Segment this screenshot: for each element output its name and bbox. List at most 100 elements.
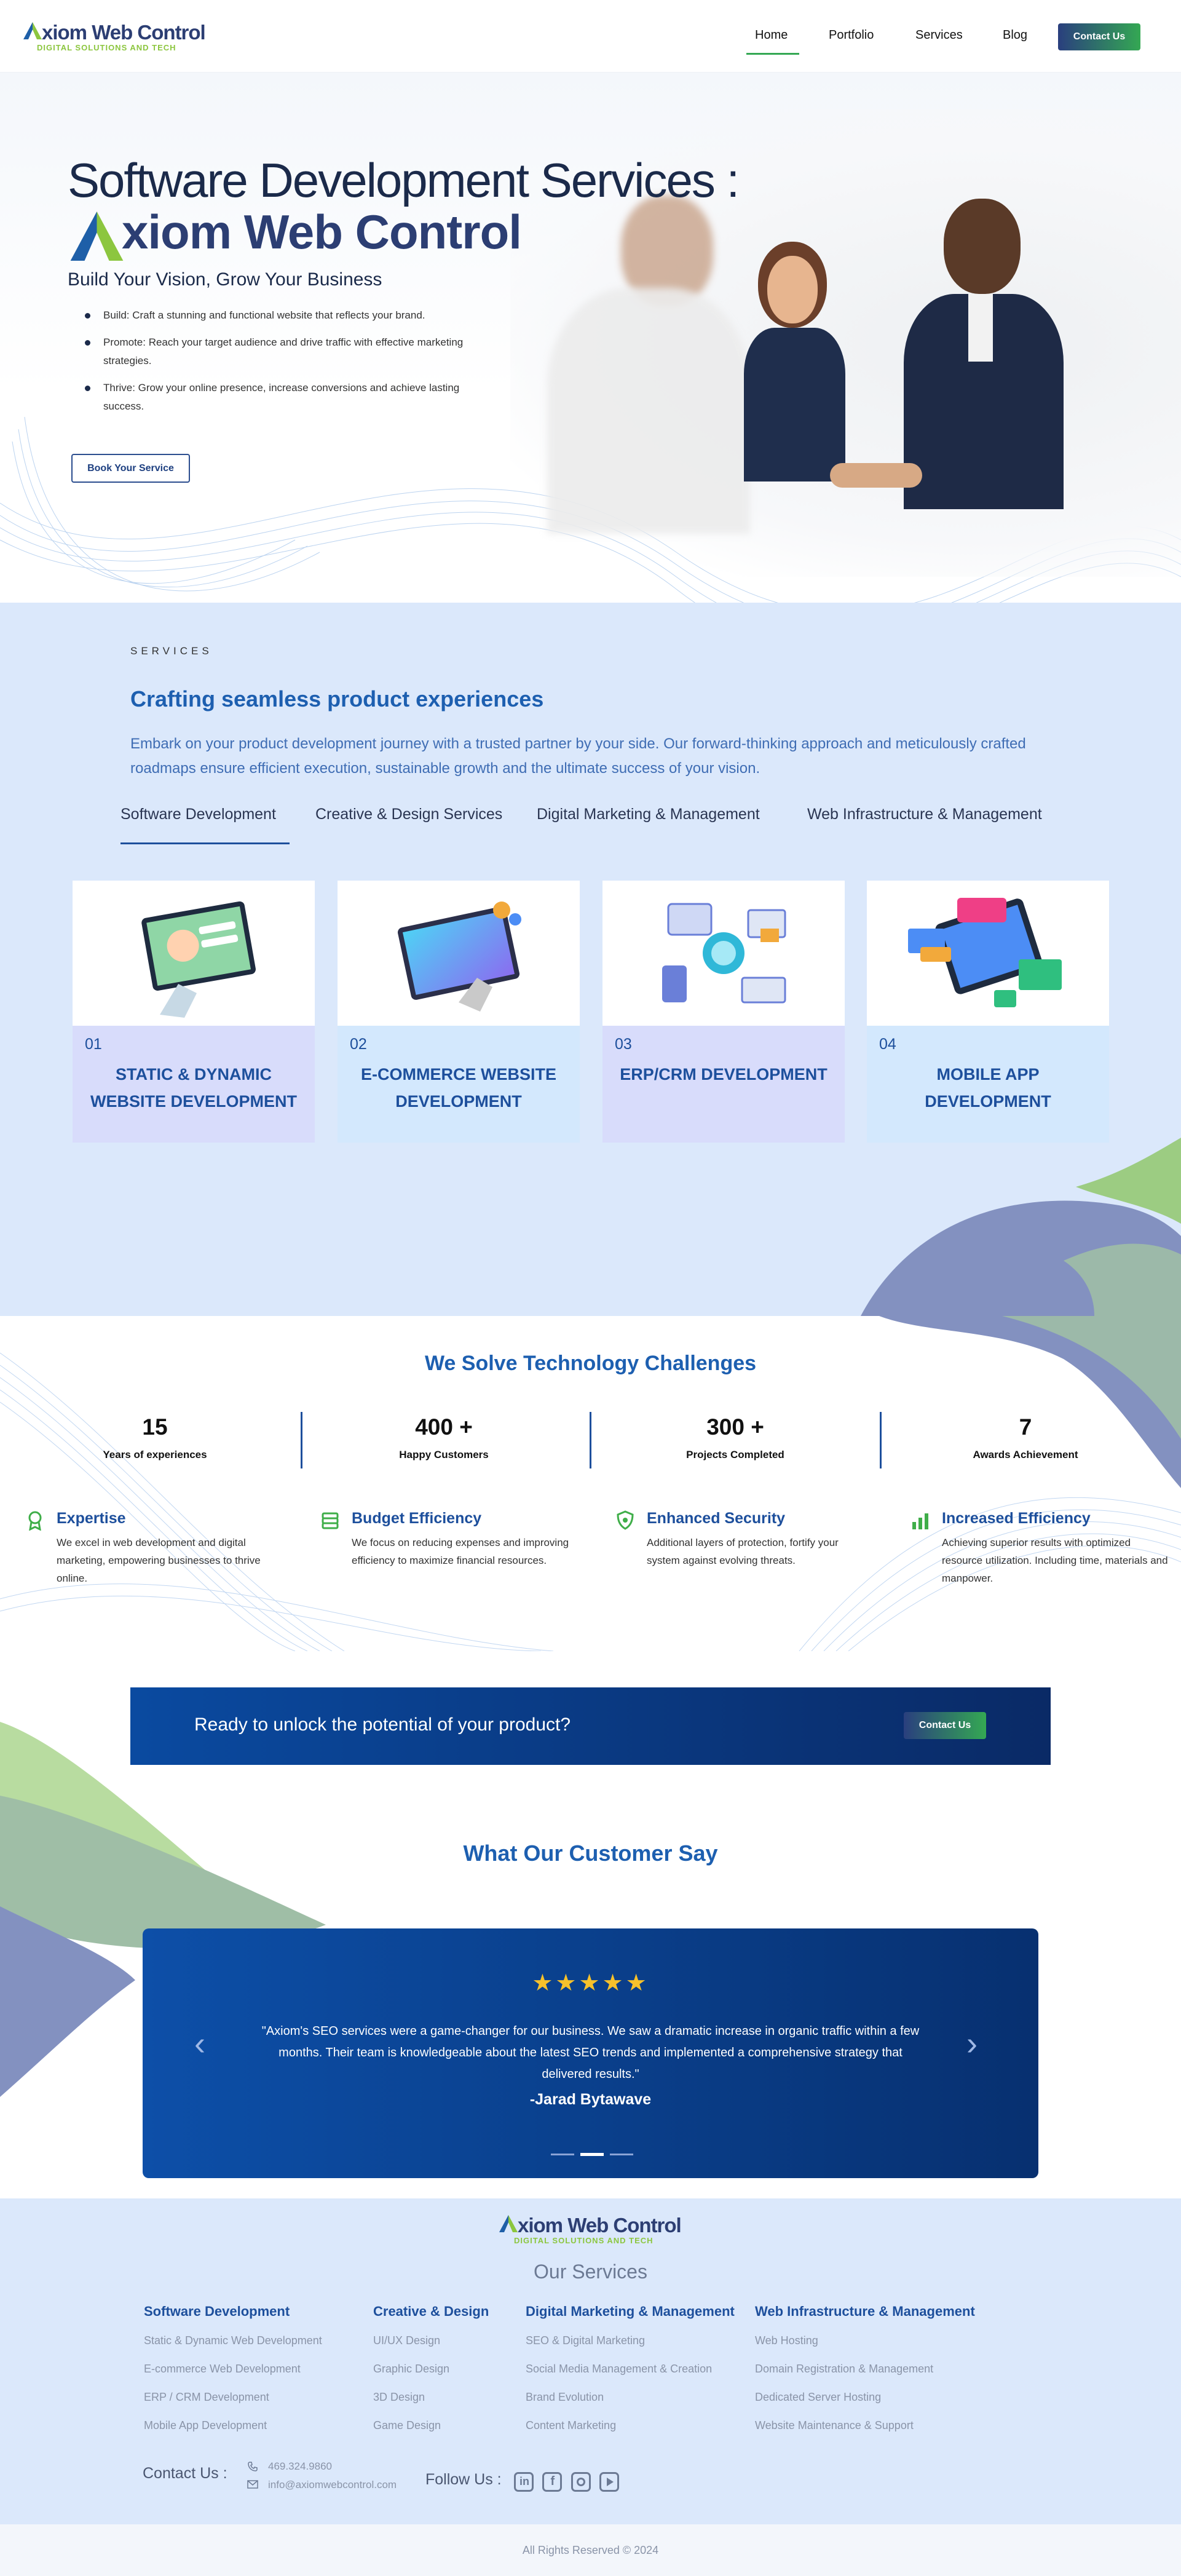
slider-dot[interactable] [551,2154,574,2155]
stat-value: 400 + [415,1414,473,1440]
footer-link[interactable]: E-commerce Web Development [144,2361,322,2376]
footer-link[interactable]: UI/UX Design [373,2333,489,2348]
hero-bullet-list: Build: Craft a stunning and functional w… [85,306,503,424]
book-service-button[interactable]: Book Your Service [71,454,190,483]
testimonials-heading: What Our Customer Say [463,1841,718,1866]
nav-blog[interactable]: Blog [1003,28,1027,42]
hero-section: Software Development Services : xiom Web… [0,73,1181,603]
tab-active-underline [120,842,290,844]
shield-icon [617,1510,634,1530]
nav-portfolio[interactable]: Portfolio [829,28,874,42]
tab-software-development[interactable]: Software Development [120,806,276,823]
logo-tagline: DIGITAL SOLUTIONS AND TECH [37,43,176,52]
cta-contact-button[interactable]: Contact Us [904,1712,986,1739]
hero-bullet: Build: Craft a stunning and functional w… [85,306,503,325]
card-number: 02 [350,1036,367,1053]
nav-active-underline [746,53,799,55]
footer-column-title: Web Infrastructure & Management [755,2304,975,2319]
service-card-static-dynamic[interactable]: 01 STATIC & DYNAMIC WEBSITE DEVELOPMENT [73,881,315,1143]
services-description: Embark on your product development journ… [130,735,1026,777]
card-title: MOBILE APP DEVELOPMENT [925,1065,1051,1111]
footer-link[interactable]: Content Marketing [526,2418,735,2433]
card-illustration-erp [602,881,845,1026]
footer-link[interactable]: Website Maintenance & Support [755,2418,975,2433]
footer-link[interactable]: Web Hosting [755,2333,975,2348]
feature-title: Expertise [57,1510,126,1527]
site-header: xiom Web Control DIGITAL SOLUTIONS AND T… [0,0,1181,73]
copyright-bar: All Rights Reserved © 2024 [0,2524,1181,2576]
card-illustration-web [73,881,315,1026]
service-card-mobile-app[interactable]: 04 MOBILE APP DEVELOPMENT [867,881,1109,1143]
card-number: 03 [615,1036,632,1053]
decorative-blob [879,1316,1181,1488]
card-title: STATIC & DYNAMIC WEBSITE DEVELOPMENT [90,1065,298,1111]
footer-link[interactable]: ERP / CRM Development [144,2390,322,2404]
phone-icon [248,2462,258,2471]
feature-description: Additional layers of protection, fortify… [647,1537,839,1566]
brand-logo[interactable]: xiom Web Control DIGITAL SOLUTIONS AND T… [23,21,220,54]
card-title: E-COMMERCE WEBSITE DEVELOPMENT [360,1065,556,1111]
footer-link[interactable]: SEO & Digital Marketing [526,2333,735,2348]
footer-column-creative: Creative & Design UI/UX Design Graphic D… [373,2304,489,2446]
footer-link[interactable]: Mobile App Development [144,2418,322,2433]
logo-text: xiom Web Control [518,2214,682,2237]
linkedin-icon[interactable]: in [514,2472,534,2492]
footer-column-title: Digital Marketing & Management [526,2304,735,2319]
tab-digital-marketing[interactable]: Digital Marketing & Management [537,806,760,823]
services-eyebrow: SERVICES [130,645,213,657]
instagram-icon[interactable] [571,2472,591,2492]
nav-home[interactable]: Home [755,28,788,42]
logo-mark-icon [499,2215,518,2232]
feature-efficiency: Increased Efficiency Achieving superior … [910,1510,1168,1587]
footer-column-title: Creative & Design [373,2304,489,2319]
stat-label: Awards Achievement [973,1449,1078,1460]
stat-value: 7 [1019,1414,1032,1440]
challenges-heading: We Solve Technology Challenges [424,1352,757,1375]
stat-value: 300 + [706,1414,764,1440]
tab-web-infrastructure[interactable]: Web Infrastructure & Management [807,806,1042,823]
slider-dot-active[interactable] [580,2153,604,2156]
nav-services[interactable]: Services [915,28,963,42]
social-links: in f [514,2472,625,2495]
stat-label: Projects Completed [686,1449,784,1460]
facebook-icon[interactable]: f [542,2472,563,2492]
logo-tagline: DIGITAL SOLUTIONS AND TECH [514,2236,654,2245]
ribbon-icon [28,1511,42,1531]
next-arrow-icon[interactable]: › [966,2027,978,2060]
footer-email[interactable]: info@axiomwebcontrol.com [268,2479,397,2491]
footer-link[interactable]: Dedicated Server Hosting [755,2390,975,2404]
footer-link[interactable]: Social Media Management & Creation [526,2361,735,2376]
footer-column-title: Software Development [144,2304,290,2319]
slider-dot[interactable] [610,2154,633,2155]
card-illustration-ecommerce [338,881,580,1026]
rating-stars-icon: ★★★★★ [532,1970,649,1996]
page: xiom Web Control DIGITAL SOLUTIONS AND T… [0,0,1181,2576]
stat-label: Years of experiences [103,1449,207,1460]
money-icon [322,1512,339,1529]
feature-title: Enhanced Security [647,1510,786,1527]
youtube-icon[interactable] [599,2472,620,2492]
prev-arrow-icon[interactable]: ‹ [194,2027,205,2060]
stat-projects: 300 + Projects Completed [591,1414,880,1461]
footer-link[interactable]: Game Design [373,2418,489,2433]
tab-creative-design[interactable]: Creative & Design Services [315,806,502,823]
footer-link[interactable]: Graphic Design [373,2361,489,2376]
feature-description: We excel in web development and digital … [57,1537,261,1584]
feature-description: Achieving superior results with optimize… [942,1537,1168,1584]
stat-awards: 7 Awards Achievement [881,1414,1170,1461]
service-card-ecommerce[interactable]: 02 E-COMMERCE WEBSITE DEVELOPMENT [338,881,580,1143]
footer-link[interactable]: Brand Evolution [526,2390,735,2404]
footer-link[interactable]: Domain Registration & Management [755,2361,975,2376]
stat-label: Happy Customers [399,1449,489,1460]
service-card-erp-crm[interactable]: 03 ERP/CRM DEVELOPMENT [602,881,845,1143]
footer-link[interactable]: 3D Design [373,2390,489,2404]
testimonial-quote: "Axiom's SEO services were a game-change… [261,2024,920,2081]
header-contact-button[interactable]: Contact Us [1058,23,1140,50]
card-number: 01 [85,1036,102,1053]
footer-link[interactable]: Static & Dynamic Web Development [144,2333,322,2348]
logo-mark-icon [23,22,42,39]
footer-logo[interactable]: xiom Web Control DIGITAL SOLUTIONS AND T… [499,2214,696,2247]
footer-phone[interactable]: 469.324.9860 [268,2460,332,2473]
hero-title: Software Development Services : [68,153,740,207]
card-body: 02 E-COMMERCE WEBSITE DEVELOPMENT [338,1026,580,1143]
